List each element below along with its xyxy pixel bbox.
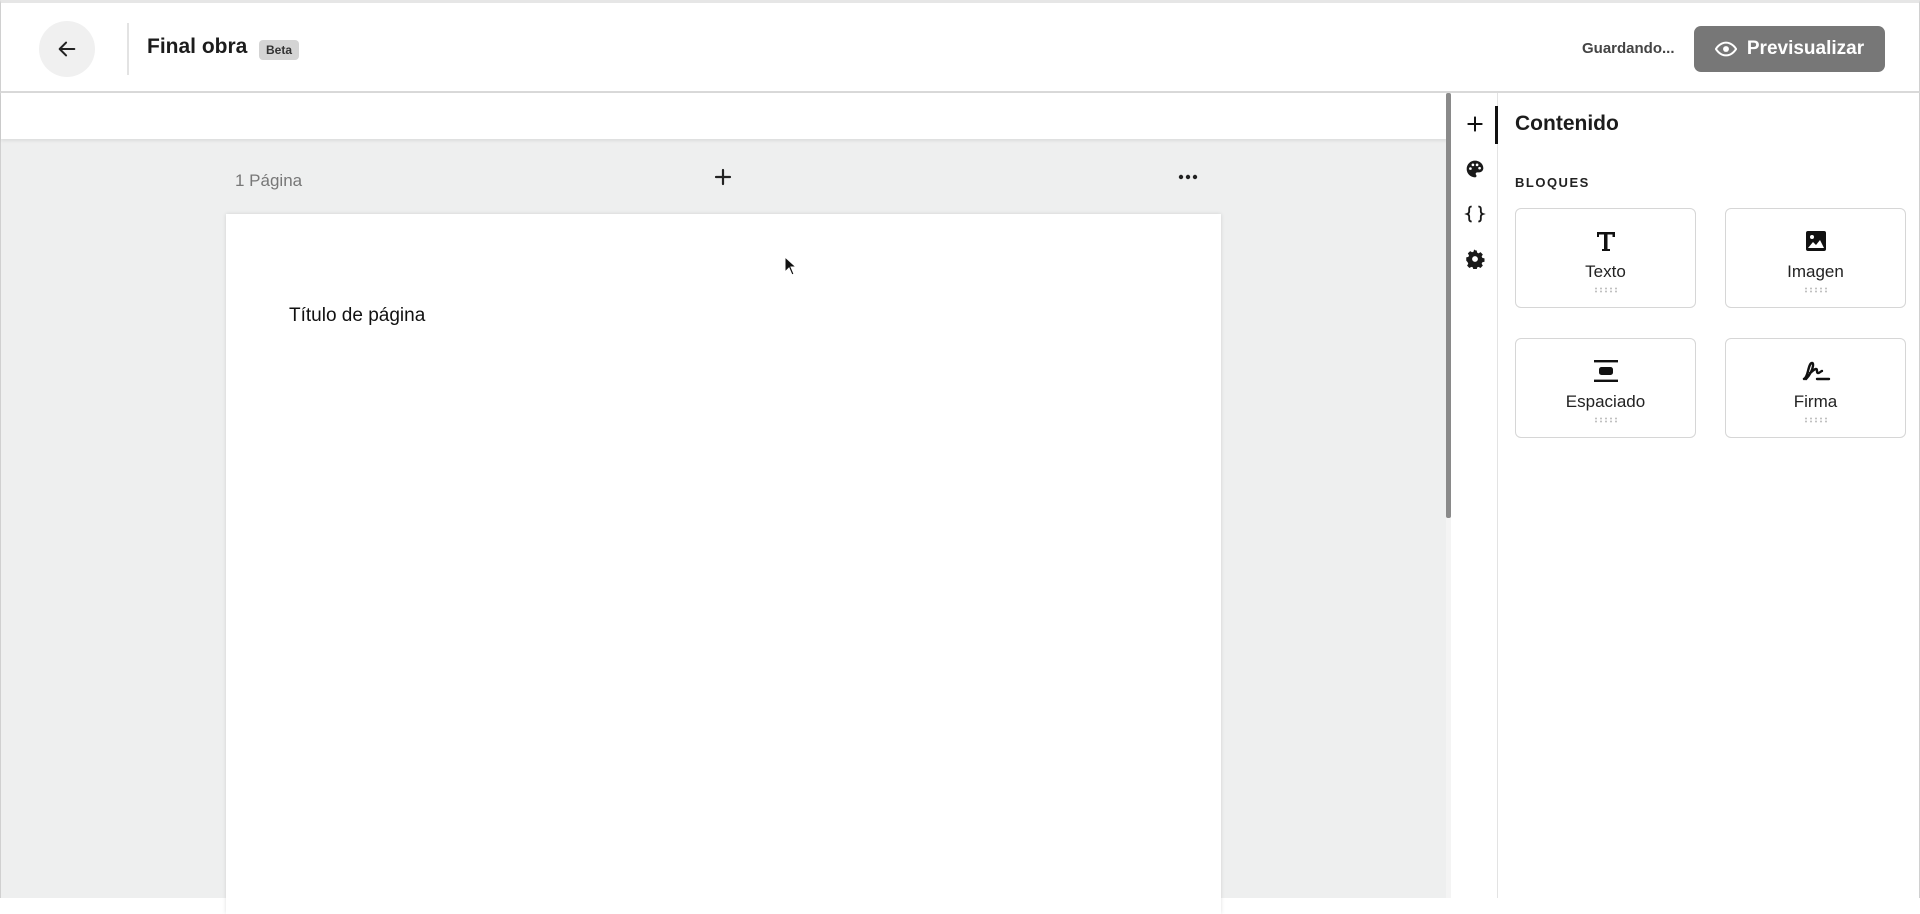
spacing-icon	[1593, 360, 1618, 382]
top-header: Final obra Beta Guardando... Previsualiz…	[0, 0, 1920, 93]
page-count: 1 Página	[235, 171, 303, 190]
back-button[interactable]	[39, 21, 95, 77]
beta-badge: Beta	[259, 40, 300, 60]
block-signature-label: Firma	[1793, 392, 1838, 411]
document-title: Final obra	[147, 35, 248, 58]
text-icon	[1596, 232, 1615, 251]
palette-icon	[1466, 160, 1484, 178]
page-title-text[interactable]: Título de página	[289, 305, 425, 327]
rail-settings-button[interactable]	[1461, 245, 1489, 273]
arrow-left-icon	[58, 41, 76, 57]
block-image-label: Imagen	[1787, 262, 1844, 281]
eye-icon	[1714, 41, 1737, 57]
side-rail	[1451, 93, 1498, 898]
block-signature[interactable]: Firma	[1725, 338, 1906, 438]
mouse-cursor-icon	[784, 256, 798, 276]
rail-content-button[interactable]	[1461, 110, 1489, 138]
block-text-label: Texto	[1585, 262, 1626, 281]
braces-icon	[1464, 205, 1486, 223]
image-icon	[1805, 231, 1826, 251]
gear-icon	[1466, 249, 1485, 269]
drag-handle-icon	[1594, 417, 1617, 423]
drag-handle-icon	[1804, 287, 1827, 293]
drag-handle-icon	[1594, 287, 1617, 293]
add-page-button[interactable]	[711, 165, 735, 189]
editor-canvas: 1 Página Título de página	[0, 93, 1447, 914]
preview-button[interactable]: Previsualizar	[1694, 26, 1885, 72]
rail-style-button[interactable]	[1461, 155, 1489, 183]
canvas-toolbar	[1, 93, 1447, 139]
saving-status: Guardando...	[1582, 40, 1675, 57]
page-options-button[interactable]	[1175, 165, 1201, 189]
block-spacing[interactable]: Espaciado	[1515, 338, 1696, 438]
rail-variables-button[interactable]	[1461, 200, 1489, 228]
content-panel: Contenido BLOQUES Texto Imagen Espaciado…	[1498, 93, 1920, 898]
more-horizontal-icon	[1178, 174, 1198, 180]
panel-title: Contenido	[1515, 112, 1619, 135]
blocks-section-label: BLOQUES	[1515, 175, 1590, 190]
drag-handle-icon	[1804, 417, 1827, 423]
block-image[interactable]: Imagen	[1725, 208, 1906, 308]
signature-icon	[1802, 361, 1830, 381]
header-divider	[127, 23, 129, 75]
block-spacing-label: Espaciado	[1565, 392, 1646, 411]
add-icon	[1467, 116, 1483, 132]
preview-label: Previsualizar	[1746, 38, 1865, 59]
document-page[interactable]: Título de página	[226, 214, 1221, 914]
block-text[interactable]: Texto	[1515, 208, 1696, 308]
plus-icon	[714, 168, 732, 186]
